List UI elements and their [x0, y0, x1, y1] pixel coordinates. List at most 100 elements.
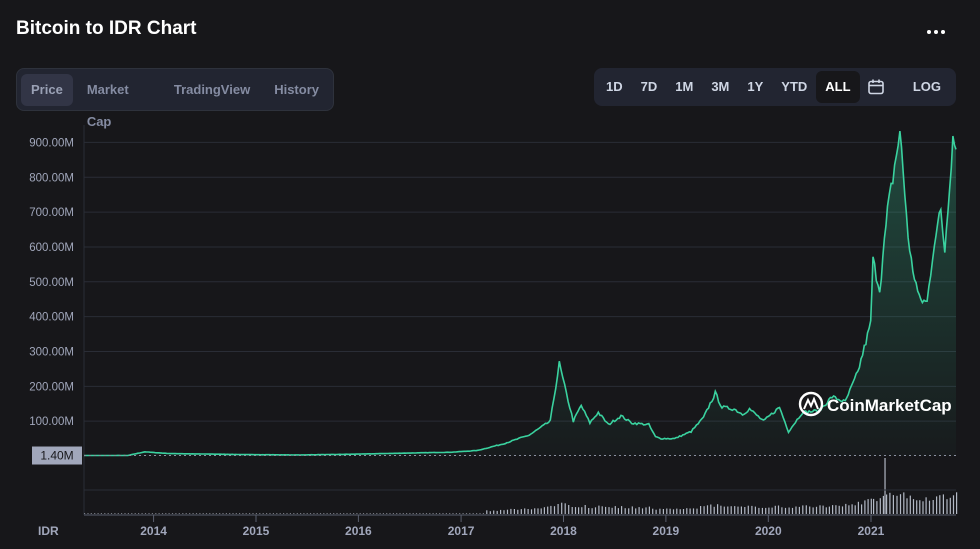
volume-bar	[543, 507, 545, 514]
volume-bar	[114, 513, 116, 514]
volume-bar	[229, 513, 231, 514]
volume-bar	[932, 500, 934, 514]
volume-bar	[225, 513, 227, 514]
volume-bar	[171, 513, 174, 514]
volume-bar	[802, 505, 804, 514]
volume-bar	[232, 513, 234, 514]
volume-bar	[178, 513, 180, 514]
x-tick-label: 2017	[448, 524, 475, 538]
volume-bar	[462, 513, 464, 514]
volume-bar	[645, 507, 647, 514]
volume-bar	[517, 509, 519, 514]
volume-bar	[202, 513, 204, 514]
price-area	[84, 131, 956, 456]
x-tick-label: 2015	[243, 524, 270, 538]
volume-bar	[919, 500, 921, 514]
y-tick-label: 600.00M	[29, 242, 74, 254]
volume-bar	[449, 513, 451, 514]
volume-bar	[896, 495, 898, 514]
volume-bar	[765, 507, 767, 514]
volume-bar	[720, 505, 722, 514]
volume-bar	[635, 508, 637, 514]
volume-bar	[209, 513, 211, 514]
volume-bar	[679, 509, 681, 514]
volume-bar	[316, 513, 318, 514]
volume-bar	[90, 513, 92, 514]
volume-bar	[326, 513, 328, 514]
x-tick-label: 2018	[550, 524, 577, 538]
volume-bar	[605, 506, 607, 514]
volume-bar	[692, 508, 695, 514]
volume-bar	[300, 513, 302, 514]
volume-bar	[455, 513, 457, 514]
y-tick-label: 800.00M	[29, 172, 74, 184]
volume-bar	[222, 513, 224, 514]
volume-bar	[621, 506, 623, 514]
volume-bar	[141, 513, 143, 514]
volume-bar	[110, 513, 113, 514]
volume-bar	[835, 505, 837, 514]
volume-bar	[422, 513, 424, 514]
volume-bar	[445, 513, 447, 514]
volume-bar	[682, 509, 685, 514]
volume-bar	[540, 508, 542, 514]
volume-bar	[205, 513, 208, 514]
volume-bar	[809, 506, 811, 514]
volume-bar	[781, 507, 783, 514]
volume-bar	[376, 513, 378, 514]
volume-bar	[396, 513, 398, 514]
volume-bar	[608, 507, 610, 514]
volume-bar	[655, 509, 657, 514]
volume-bar	[442, 513, 444, 514]
volume-bar	[886, 494, 888, 514]
baseline-badge: 1.40M	[32, 446, 82, 465]
volume-bar	[323, 513, 325, 514]
volume-bar	[591, 508, 593, 514]
volume-bar	[798, 506, 800, 514]
volume-bar	[279, 513, 281, 514]
volume-bar	[751, 505, 753, 514]
volume-bar	[155, 513, 157, 514]
volume-bar	[262, 513, 264, 514]
volume-bar	[942, 494, 944, 514]
volume-bar	[435, 513, 437, 514]
volume-bar	[272, 513, 274, 514]
volume-bar	[97, 513, 99, 514]
volume-bar	[952, 495, 955, 514]
volume-bar	[534, 508, 536, 514]
volume-bar	[493, 510, 495, 514]
volume-bar	[84, 513, 86, 514]
volume-bar	[476, 513, 478, 514]
volume-bar	[672, 509, 675, 514]
y-tick-label: 700.00M	[29, 207, 74, 219]
volume-bar	[235, 513, 237, 514]
volume-bar	[710, 504, 712, 514]
volume-bar	[402, 513, 404, 514]
volume-bar	[269, 513, 271, 514]
volume-bar	[758, 507, 760, 514]
volume-bar	[882, 495, 884, 514]
volume-bar	[432, 513, 434, 514]
volume-bar	[537, 508, 539, 514]
volume-bar	[812, 507, 814, 514]
volume-bar	[857, 501, 859, 514]
volume-bar	[584, 505, 586, 514]
volume-bar	[346, 513, 348, 514]
volume-bar	[168, 513, 170, 514]
volume-bar	[359, 513, 361, 514]
volume-bar	[319, 513, 322, 514]
volume-bar	[138, 513, 140, 514]
volume-bar	[121, 513, 123, 514]
volume-bar	[864, 500, 866, 514]
volume-bar	[329, 513, 331, 514]
volume-bar	[524, 508, 526, 514]
volume-bar	[520, 509, 522, 514]
price-chart[interactable]: 100.00M 200.00M 300.00M 400.00M 500.00M 600.0…	[0, 0, 980, 549]
volume-bar	[611, 507, 613, 514]
volume-bar	[500, 509, 502, 514]
volume-bar	[286, 513, 288, 514]
volume-bar	[429, 513, 431, 514]
volume-bar	[956, 492, 958, 514]
volume-bar	[199, 513, 201, 514]
volume-bar	[689, 508, 691, 514]
